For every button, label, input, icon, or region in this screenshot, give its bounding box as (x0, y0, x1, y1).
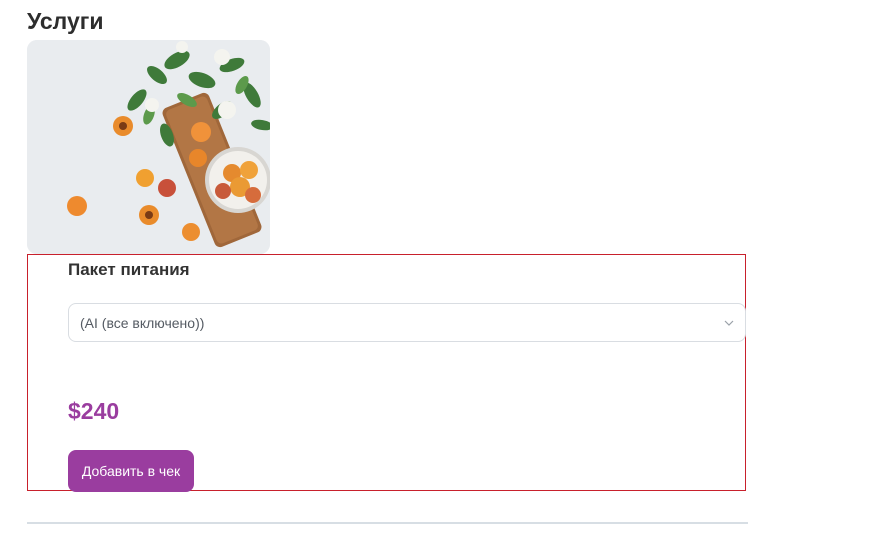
service-price: $240 (68, 398, 120, 424)
chevron-down-icon (724, 320, 734, 326)
service-title: Пакет питания (68, 260, 190, 279)
add-to-check-button[interactable]: Добавить в чек (68, 450, 194, 492)
meal-plan-select[interactable]: (AI (все включено)) (68, 303, 746, 342)
service-card: Пакет питания (AI (все включено)) $240 Д… (27, 254, 746, 492)
service-image (27, 40, 270, 254)
meal-plan-selected-value: (AI (все включено)) (80, 315, 205, 331)
section-title: Услуги (27, 8, 104, 34)
section-divider (27, 522, 748, 524)
